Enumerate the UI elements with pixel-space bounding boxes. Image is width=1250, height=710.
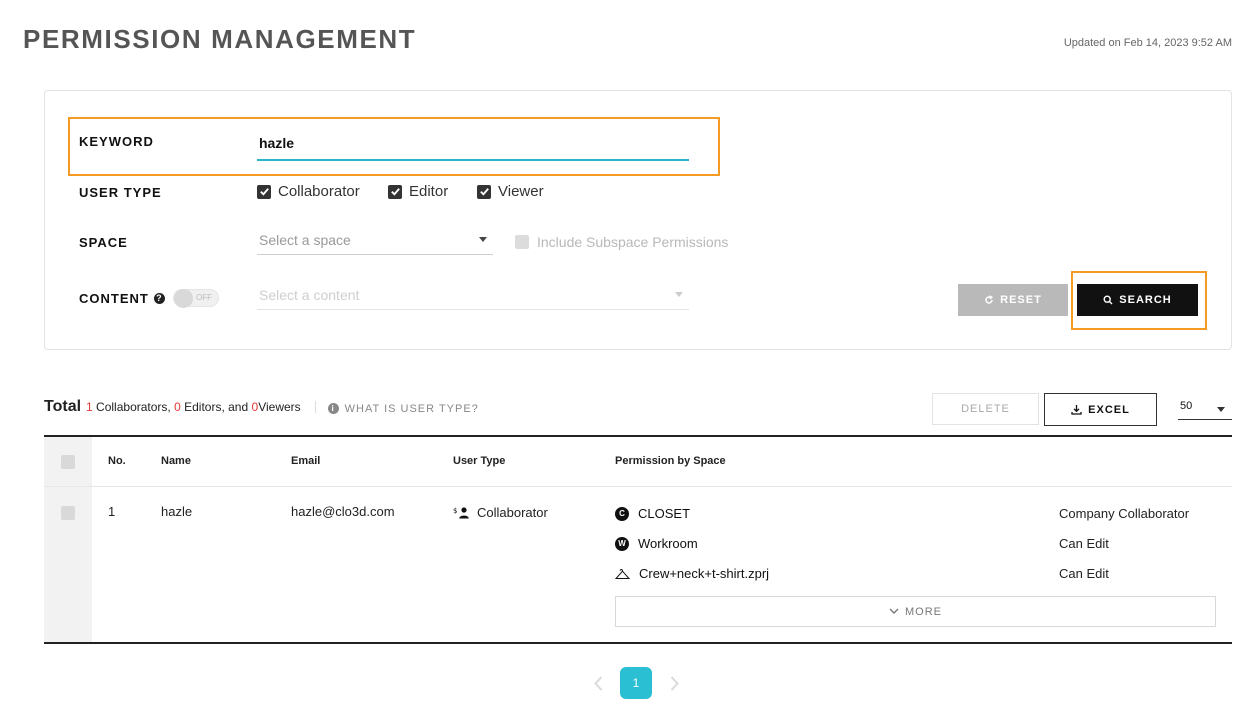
toggle-state-text: OFF	[196, 293, 212, 302]
space-item-closet[interactable]: C CLOSET	[615, 506, 690, 521]
row-no: 1	[108, 504, 116, 519]
pagination: 1	[590, 667, 682, 699]
collaborators-text: Collaborators,	[92, 400, 175, 414]
space-name: CLOSET	[638, 506, 691, 521]
content-label: CONTENT?	[79, 291, 165, 306]
header-no: No.	[108, 455, 126, 467]
help-icon[interactable]: ?	[153, 292, 165, 304]
header-email: Email	[291, 455, 321, 467]
row-name: hazle	[161, 504, 193, 519]
download-icon	[1071, 405, 1082, 415]
more-button-label: MORE	[905, 605, 942, 618]
collaborator-checkbox[interactable]: Collaborator	[257, 183, 360, 200]
content-label-text: CONTENT	[79, 291, 149, 306]
include-subspace-checkbox[interactable]: Include Subspace Permissions	[515, 234, 728, 250]
filter-panel: KEYWORD USER TYPE Collaborator Editor Vi…	[44, 90, 1232, 350]
viewers-text: Viewers	[258, 400, 301, 414]
editors-text: Editors, and	[180, 400, 252, 414]
more-button[interactable]: MORE	[615, 596, 1216, 627]
search-icon	[1103, 295, 1113, 305]
results-summary: Total 1 Collaborators, 0 Editors, and 0 …	[44, 398, 479, 416]
caret-down-icon	[675, 292, 683, 297]
next-page-button[interactable]	[666, 675, 682, 691]
content-select-placeholder: Select a content	[259, 286, 360, 303]
viewers-count: 0	[251, 400, 259, 414]
viewer-checkbox-label: Viewer	[498, 183, 544, 200]
space-permission: Can Edit	[1059, 566, 1109, 581]
checkbox-checked-icon	[388, 184, 402, 199]
select-all-checkbox[interactable]	[61, 455, 75, 469]
toggle-knob	[174, 289, 193, 308]
user-type-text: Collaborator	[477, 505, 548, 520]
workroom-logo-icon: W	[615, 536, 629, 551]
collaborators-count: 1	[86, 400, 93, 414]
space-select-placeholder: Select a space	[259, 231, 351, 248]
total-label: Total	[44, 398, 82, 415]
row-checkbox[interactable]	[61, 506, 75, 520]
viewer-checkbox[interactable]: Viewer	[477, 183, 544, 200]
search-button[interactable]: SEARCH	[1077, 284, 1198, 316]
collaborator-user-icon: $	[453, 507, 469, 519]
collaborator-checkbox-label: Collaborator	[278, 183, 360, 200]
content-select: Select a content	[257, 280, 689, 310]
what-is-user-type-label: WHAT IS USER TYPE?	[344, 402, 479, 415]
space-name: Workroom	[638, 536, 698, 551]
space-item-file[interactable]: Crew+neck+t-shirt.zprj	[615, 566, 769, 581]
header-user-type: User Type	[453, 455, 506, 467]
search-button-label: SEARCH	[1119, 294, 1172, 306]
header-permission-by-space: Permission by Space	[615, 455, 726, 467]
permissions-table: No. Name Email User Type Permission by S…	[44, 435, 1232, 644]
checkbox-disabled-icon	[515, 235, 529, 249]
checkbox-checked-icon	[257, 184, 271, 199]
space-item-workroom[interactable]: W Workroom	[615, 536, 698, 551]
table-header: No. Name Email User Type Permission by S…	[44, 437, 1232, 487]
reset-button[interactable]: RESET	[958, 284, 1068, 316]
closet-logo-icon: C	[615, 506, 629, 521]
excel-button[interactable]: EXCEL	[1044, 393, 1157, 426]
page-size-value: 50	[1180, 400, 1193, 412]
row-user-type: $ Collaborator	[453, 505, 548, 520]
keyword-input[interactable]	[257, 127, 689, 161]
excel-button-label: EXCEL	[1088, 403, 1130, 416]
reset-button-label: RESET	[1000, 294, 1042, 306]
page-button-current[interactable]: 1	[620, 667, 652, 699]
space-label: SPACE	[79, 235, 128, 250]
checkbox-checked-icon	[477, 184, 491, 199]
editor-checkbox[interactable]: Editor	[388, 183, 448, 200]
hanger-icon	[615, 568, 630, 579]
caret-down-icon	[1217, 407, 1225, 412]
content-toggle[interactable]: OFF	[173, 289, 219, 308]
info-icon: i	[327, 403, 339, 414]
user-type-label: USER TYPE	[79, 185, 162, 200]
page-size-select[interactable]: 50	[1178, 400, 1232, 420]
editors-count: 0	[174, 400, 181, 414]
prev-page-button[interactable]	[590, 675, 606, 691]
divider	[314, 401, 316, 413]
caret-down-icon	[479, 237, 487, 242]
row-email: hazle@clo3d.com	[291, 504, 395, 519]
svg-text:$: $	[453, 507, 457, 515]
chevron-right-icon	[670, 675, 679, 691]
space-name: Crew+neck+t-shirt.zprj	[639, 566, 770, 581]
include-subspace-label: Include Subspace Permissions	[537, 234, 729, 250]
header-name: Name	[161, 455, 191, 467]
what-is-user-type-link[interactable]: i WHAT IS USER TYPE?	[327, 402, 479, 415]
updated-timestamp: Updated on Feb 14, 2023 9:52 AM	[1063, 37, 1232, 49]
chevron-down-icon	[889, 608, 899, 614]
space-permission: Can Edit	[1059, 536, 1109, 551]
editor-checkbox-label: Editor	[409, 183, 449, 200]
chevron-left-icon	[593, 675, 602, 691]
refresh-icon	[985, 295, 994, 304]
space-select[interactable]: Select a space	[257, 225, 493, 255]
keyword-label: KEYWORD	[79, 134, 154, 149]
page-title: PERMISSION MANAGEMENT	[23, 24, 417, 54]
delete-button[interactable]: DELETE	[932, 393, 1039, 425]
space-permission: Company Collaborator	[1059, 506, 1190, 521]
